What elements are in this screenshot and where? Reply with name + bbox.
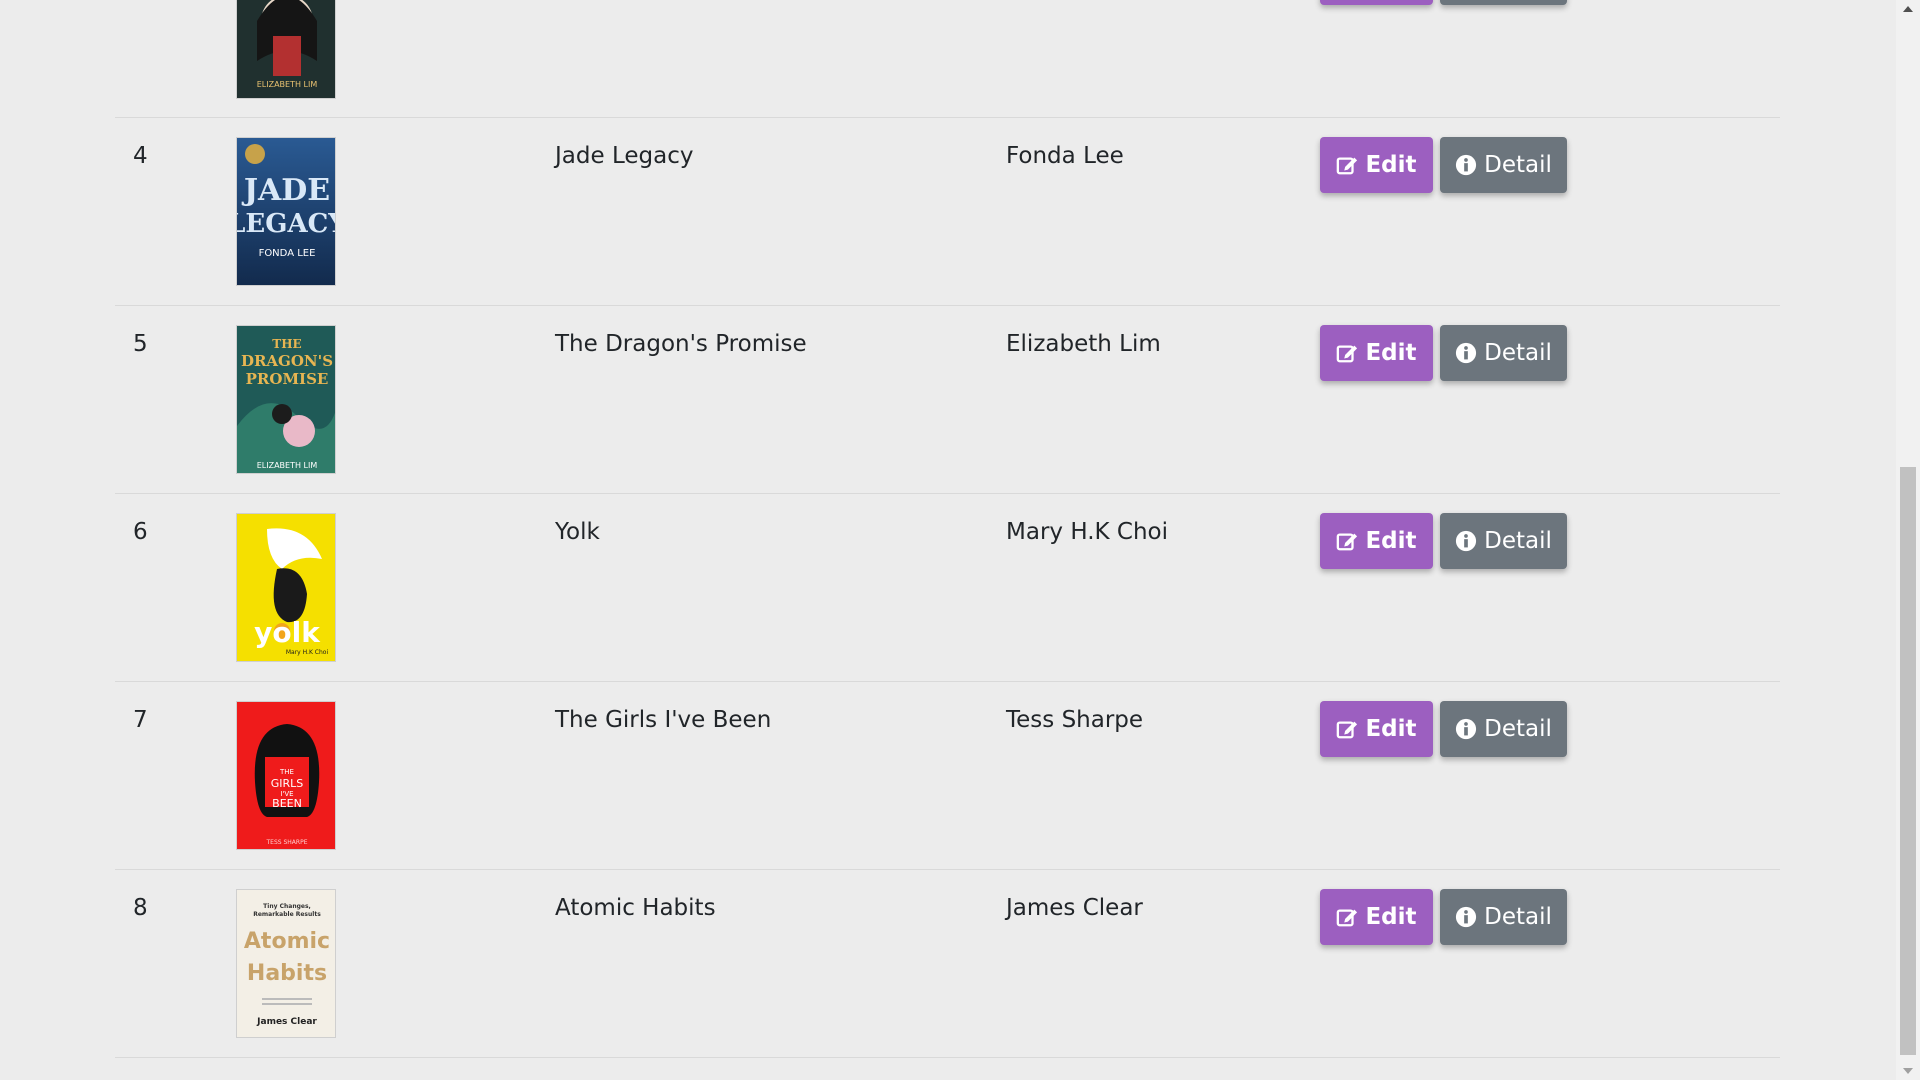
scroll-up-arrow-icon[interactable]	[1896, 0, 1920, 17]
book-cover-image: Tiny Changes, Remarkable Results Atomic …	[236, 889, 336, 1038]
svg-text:yolk: yolk	[254, 616, 321, 649]
svg-text:DRAGON'S: DRAGON'S	[241, 352, 333, 370]
book-title: Atomic Habits	[555, 895, 716, 921]
detail-button[interactable]	[1440, 0, 1567, 5]
svg-text:THE: THE	[279, 768, 294, 776]
edit-label: Edit	[1365, 340, 1417, 366]
vertical-scrollbar[interactable]	[1896, 0, 1920, 1080]
detail-label: Detail	[1484, 528, 1552, 554]
book-author: Fonda Lee	[1006, 143, 1124, 169]
edit-icon	[1336, 342, 1358, 364]
row-number: 8	[133, 895, 148, 921]
book-title: The Girls I've Been	[555, 707, 772, 733]
table-row: 6 yolk Mary H.K Choi Yolk Mary H.K Choi …	[115, 494, 1780, 682]
table-row: 7 THE GIRLS I'VE BEEN TESS SHARPE The Gi…	[115, 682, 1780, 870]
table-row: 8 Tiny Changes, Remarkable Results Atomi…	[115, 870, 1780, 1058]
info-icon	[1455, 154, 1477, 176]
detail-button[interactable]: Detail	[1440, 889, 1567, 945]
row-actions: Edit Detail	[1320, 325, 1567, 381]
detail-label: Detail	[1484, 904, 1552, 930]
detail-label: Detail	[1484, 340, 1552, 366]
edit-label: Edit	[1365, 904, 1417, 930]
table-row: 4 JADE LEGACY FONDA LEE Jade Legacy Fond…	[115, 118, 1780, 306]
svg-text:Atomic: Atomic	[244, 929, 330, 954]
edit-icon	[1336, 530, 1358, 552]
book-title: Jade Legacy	[555, 143, 694, 169]
detail-label: Detail	[1484, 152, 1552, 178]
svg-text:THE: THE	[272, 337, 301, 351]
row-number: 6	[133, 519, 148, 545]
edit-button[interactable]	[1320, 0, 1433, 5]
svg-text:ELIZABETH LIM: ELIZABETH LIM	[257, 461, 318, 470]
edit-button[interactable]: Edit	[1320, 513, 1433, 569]
row-number: 4	[133, 143, 148, 169]
edit-label: Edit	[1365, 716, 1417, 742]
edit-button[interactable]: Edit	[1320, 137, 1433, 193]
edit-button[interactable]: Edit	[1320, 701, 1433, 757]
row-actions: Edit Detail	[1320, 701, 1567, 757]
svg-text:FONDA LEE: FONDA LEE	[259, 248, 316, 259]
svg-text:JADE: JADE	[241, 173, 330, 208]
svg-text:LEGACY: LEGACY	[237, 209, 336, 239]
svg-text:ELIZABETH LIM: ELIZABETH LIM	[257, 80, 318, 89]
row-actions: Edit Detail	[1320, 889, 1567, 945]
book-cover-image: THE GIRLS I'VE BEEN TESS SHARPE	[236, 701, 336, 850]
row-actions: Edit Detail	[1320, 513, 1567, 569]
svg-text:PROMISE: PROMISE	[246, 370, 329, 388]
book-cover-image: yolk Mary H.K Choi	[236, 513, 336, 662]
row-actions: Edit Detail	[1320, 137, 1567, 193]
scrollbar-thumb[interactable]	[1900, 467, 1916, 1055]
book-author: Elizabeth Lim	[1006, 331, 1161, 357]
edit-label: Edit	[1365, 152, 1417, 178]
edit-icon	[1336, 154, 1358, 176]
book-cover-image: THE DRAGON'S PROMISE ELIZABETH LIM	[236, 325, 336, 474]
edit-icon	[1336, 718, 1358, 740]
book-author: Mary H.K Choi	[1006, 519, 1169, 545]
svg-text:Mary H.K Choi: Mary H.K Choi	[286, 649, 329, 656]
detail-label: Detail	[1484, 716, 1552, 742]
book-title: Yolk	[555, 519, 600, 545]
edit-button[interactable]: Edit	[1320, 889, 1433, 945]
info-icon	[1455, 530, 1477, 552]
svg-text:James Clear: James Clear	[256, 1017, 317, 1027]
edit-label: Edit	[1365, 528, 1417, 554]
info-icon	[1455, 718, 1477, 740]
table-row: 5 THE DRAGON'S PROMISE ELIZABETH LIM The…	[115, 306, 1780, 494]
edit-icon	[1336, 906, 1358, 928]
row-actions	[1320, 0, 1567, 5]
row-number: 7	[133, 707, 148, 733]
book-cover-image: JADE LEGACY FONDA LEE	[236, 137, 336, 286]
edit-button[interactable]: Edit	[1320, 325, 1433, 381]
table-row: ELIZABETH LIM	[115, 0, 1780, 118]
book-author: Tess Sharpe	[1006, 707, 1144, 733]
detail-button[interactable]: Detail	[1440, 701, 1567, 757]
book-cover-image: ELIZABETH LIM	[236, 0, 336, 99]
svg-text:Tiny Changes,: Tiny Changes,	[263, 903, 311, 910]
detail-button[interactable]: Detail	[1440, 137, 1567, 193]
detail-button[interactable]: Detail	[1440, 513, 1567, 569]
svg-text:GIRLS: GIRLS	[271, 777, 304, 790]
book-author: James Clear	[1006, 895, 1143, 921]
info-icon	[1455, 906, 1477, 928]
svg-text:TESS SHARPE: TESS SHARPE	[266, 839, 308, 846]
row-number: 5	[133, 331, 148, 357]
svg-text:Remarkable Results: Remarkable Results	[253, 911, 321, 918]
book-title: The Dragon's Promise	[555, 331, 807, 357]
detail-button[interactable]: Detail	[1440, 325, 1567, 381]
svg-text:BEEN: BEEN	[272, 797, 302, 810]
books-table: ELIZABETH LIM 4 JADE LEGACY FONDA LEE Ja…	[115, 0, 1780, 1058]
info-icon	[1455, 342, 1477, 364]
svg-text:Habits: Habits	[247, 961, 327, 986]
scroll-down-arrow-icon[interactable]	[1896, 1063, 1920, 1080]
